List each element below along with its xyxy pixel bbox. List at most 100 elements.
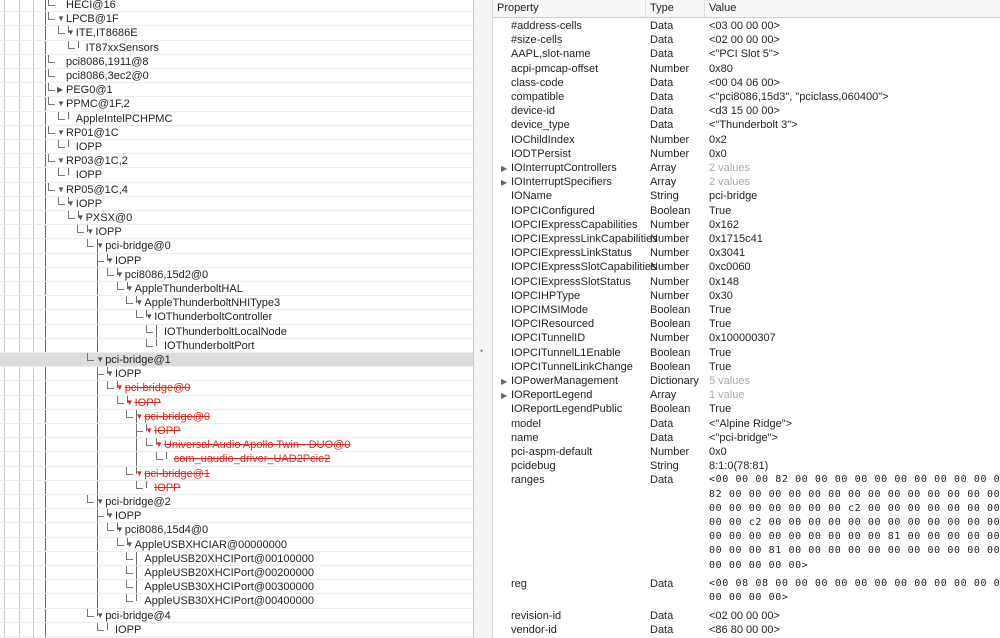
column-header-property[interactable]: Property (493, 0, 646, 17)
tree-row[interactable]: ▼ AppleThunderboltNHIType3 (0, 296, 473, 311)
property-row[interactable]: device-id Data <d3 15 00 00> (493, 104, 1000, 118)
tree-node[interactable]: IOThunderboltLocalNode (146, 324, 287, 339)
property-row[interactable]: ▶ IOInterruptControllers Array 2 values (493, 161, 1000, 175)
disclosure-closed-icon[interactable]: ▶ (501, 162, 511, 176)
property-value[interactable]: <d3 15 00 00> (709, 104, 780, 118)
property-value[interactable]: <"pci8086,15d3", "pciclass,060400"> (709, 90, 889, 104)
property-value[interactable]: 0x100000307 (709, 331, 776, 345)
column-header-type[interactable]: Type (646, 0, 705, 17)
tree-node[interactable]: ▼ AppleThunderboltHAL (116, 282, 243, 296)
tree-row[interactable]: ▼ pci-bridge@1 (0, 353, 473, 368)
split-view-divider[interactable]: • (473, 0, 493, 638)
property-value[interactable]: <03 00 00 00> (709, 19, 780, 33)
tree-row[interactable]: ▼ PPMC@1F,2 (0, 97, 473, 112)
property-value[interactable]: <"Alpine Ridge"> (709, 417, 792, 431)
tree-row[interactable]: IOPP (0, 480, 473, 495)
disclosure-open-icon[interactable]: ▼ (116, 523, 125, 537)
property-row[interactable]: model Data <"Alpine Ridge"> (493, 417, 1000, 431)
property-row[interactable]: pcidebug String 8:1:0(78:81) (493, 459, 1000, 473)
disclosure-open-icon[interactable]: ▼ (67, 26, 76, 40)
tree-node[interactable]: ▼ pci8086,15d2@0 (106, 267, 208, 282)
disclosure-closed-icon[interactable]: ▶ (501, 389, 511, 403)
disclosure-open-icon[interactable]: ▼ (126, 538, 135, 552)
property-value[interactable]: True (709, 303, 731, 317)
property-row[interactable]: ▶ IOInterruptSpecifiers Array 2 values (493, 175, 1000, 189)
property-row[interactable]: AAPL,slot-name Data <"PCI Slot 5"> (493, 47, 1000, 61)
tree-row[interactable]: ▼ IOPP (0, 253, 473, 268)
tree-node[interactable]: ▼ IOPP (77, 225, 122, 239)
property-row[interactable]: pci-aspm-default Number 0x0 (493, 445, 1000, 459)
tree-row[interactable]: IOPP (0, 168, 473, 183)
tree-row[interactable]: com_uaudio_driver_UAD2Pcie2 (0, 452, 473, 467)
tree-node[interactable]: ▼ pci-bridge@0 (87, 239, 171, 253)
property-value[interactable]: <00 04 06 00> (709, 76, 780, 90)
property-value[interactable]: 0x80 (709, 62, 733, 76)
tree-node[interactable]: ▼ IOPP (116, 395, 161, 410)
disclosure-open-icon[interactable]: ▼ (126, 396, 135, 410)
disclosure-open-icon[interactable]: ▼ (96, 239, 105, 253)
tree-node[interactable]: ▼ PXSX@0 (67, 211, 132, 225)
tree-row[interactable]: ▼ pci-bridge@4 (0, 608, 473, 623)
tree-row[interactable]: ▼ pci-bridge@2 (0, 495, 473, 510)
property-value[interactable]: 0x0 (709, 147, 727, 161)
property-row[interactable]: device_type Data <"Thunderbolt 3"> (493, 118, 1000, 132)
property-row[interactable]: acpi-pmcap-offset Number 0x80 (493, 62, 1000, 76)
tree-row[interactable]: ▼ pci-bridge@0 (0, 381, 473, 396)
disclosure-open-icon[interactable]: ▼ (57, 183, 66, 197)
property-value[interactable]: 0x162 (709, 218, 739, 232)
properties-table[interactable]: Property Type Value #address-cells Data <0… (493, 0, 1000, 638)
tree-node[interactable]: HECI@16 (48, 0, 116, 12)
tree-row[interactable]: ▼ AppleUSBXHCIAR@00000000 (0, 537, 473, 552)
tree-row[interactable]: ▼ pci-bridge@0 (0, 239, 473, 254)
registry-tree[interactable]: HECI@16 ▼ LPCB@1F ▼ ITE,IT8686E IT87xxSensors… (0, 0, 473, 638)
tree-row[interactable]: ▼ pci8086,15d2@0 (0, 267, 473, 282)
property-value[interactable]: 2 values (709, 161, 750, 175)
property-value[interactable]: 0x148 (709, 275, 739, 289)
tree-row[interactable]: ▼ IOPP (0, 424, 473, 439)
property-value[interactable]: 0x30 (709, 289, 733, 303)
property-value[interactable]: pci-bridge (709, 189, 757, 203)
property-value[interactable]: 0x0 (709, 445, 727, 459)
tree-row[interactable]: ▼ LPCB@1F (0, 12, 473, 27)
property-row[interactable]: #address-cells Data <03 00 00 00> (493, 19, 1000, 33)
tree-node[interactable]: IOPP (57, 140, 102, 154)
tree-node[interactable]: ▼ IOPP (97, 253, 141, 268)
disclosure-open-icon[interactable]: ▼ (145, 310, 154, 324)
property-value[interactable]: True (709, 204, 731, 218)
tree-node[interactable]: ▼ pci-bridge@1 (126, 466, 210, 481)
tree-node[interactable]: ▼ pci8086,15d4@0 (106, 523, 208, 537)
disclosure-closed-icon[interactable]: ▶ (501, 176, 511, 190)
property-value[interactable]: <"pci-bridge"> (709, 431, 778, 445)
tree-row[interactable]: IOPP (0, 622, 473, 637)
tree-node[interactable]: ▼ pci-bridge@4 (87, 608, 171, 623)
tree-node[interactable]: AppleUSB30XHCIPort@00400000 (126, 594, 314, 608)
property-value[interactable]: True (709, 317, 731, 331)
property-value[interactable]: 0xc0060 (709, 260, 751, 274)
disclosure-open-icon[interactable]: ▼ (135, 296, 144, 310)
property-row[interactable]: name Data <"pci-bridge"> (493, 431, 1000, 445)
property-row[interactable]: IOPCIConfigured Boolean True (493, 204, 1000, 218)
property-row[interactable]: IOPCITunnelID Number 0x100000307 (493, 331, 1000, 345)
tree-node[interactable]: IT87xxSensors (67, 40, 159, 55)
tree-node[interactable]: ▼ IOPP (136, 424, 180, 438)
tree-row[interactable]: AppleUSB20XHCIPort@00100000 (0, 551, 473, 566)
property-row[interactable]: class-code Data <00 04 06 00> (493, 76, 1000, 90)
tree-row[interactable]: AppleUSB30XHCIPort@00400000 (0, 594, 473, 609)
disclosure-open-icon[interactable]: ▼ (106, 254, 115, 268)
property-value[interactable]: <02 00 00 00> (709, 609, 780, 623)
tree-node[interactable]: ▼ IOThunderboltController (136, 310, 272, 324)
tree-row[interactable]: ▼ IOPP (0, 509, 473, 524)
tree-node[interactable]: ▼ pci-bridge@1 (87, 353, 171, 367)
tree-node[interactable]: ▼ IOPP (57, 196, 102, 211)
tree-row[interactable]: ▼ pci-bridge@1 (0, 466, 473, 481)
tree-node[interactable]: ▼ pci-bridge@2 (87, 495, 171, 509)
tree-node[interactable]: ▼ AppleUSBXHCIAR@00000000 (116, 537, 287, 552)
disclosure-open-icon[interactable]: ▼ (86, 225, 95, 239)
property-value[interactable]: 2 values (709, 175, 750, 189)
tree-row[interactable]: ▼ IOPP (0, 367, 473, 382)
property-value[interactable]: True (709, 360, 731, 374)
tree-node[interactable]: ▼ IOPP (97, 367, 141, 381)
tree-node[interactable]: pci8086,3ec2@0 (48, 69, 149, 83)
property-value[interactable]: 0x3041 (709, 246, 745, 260)
tree-node[interactable]: AppleUSB30XHCIPort@00300000 (126, 580, 314, 594)
